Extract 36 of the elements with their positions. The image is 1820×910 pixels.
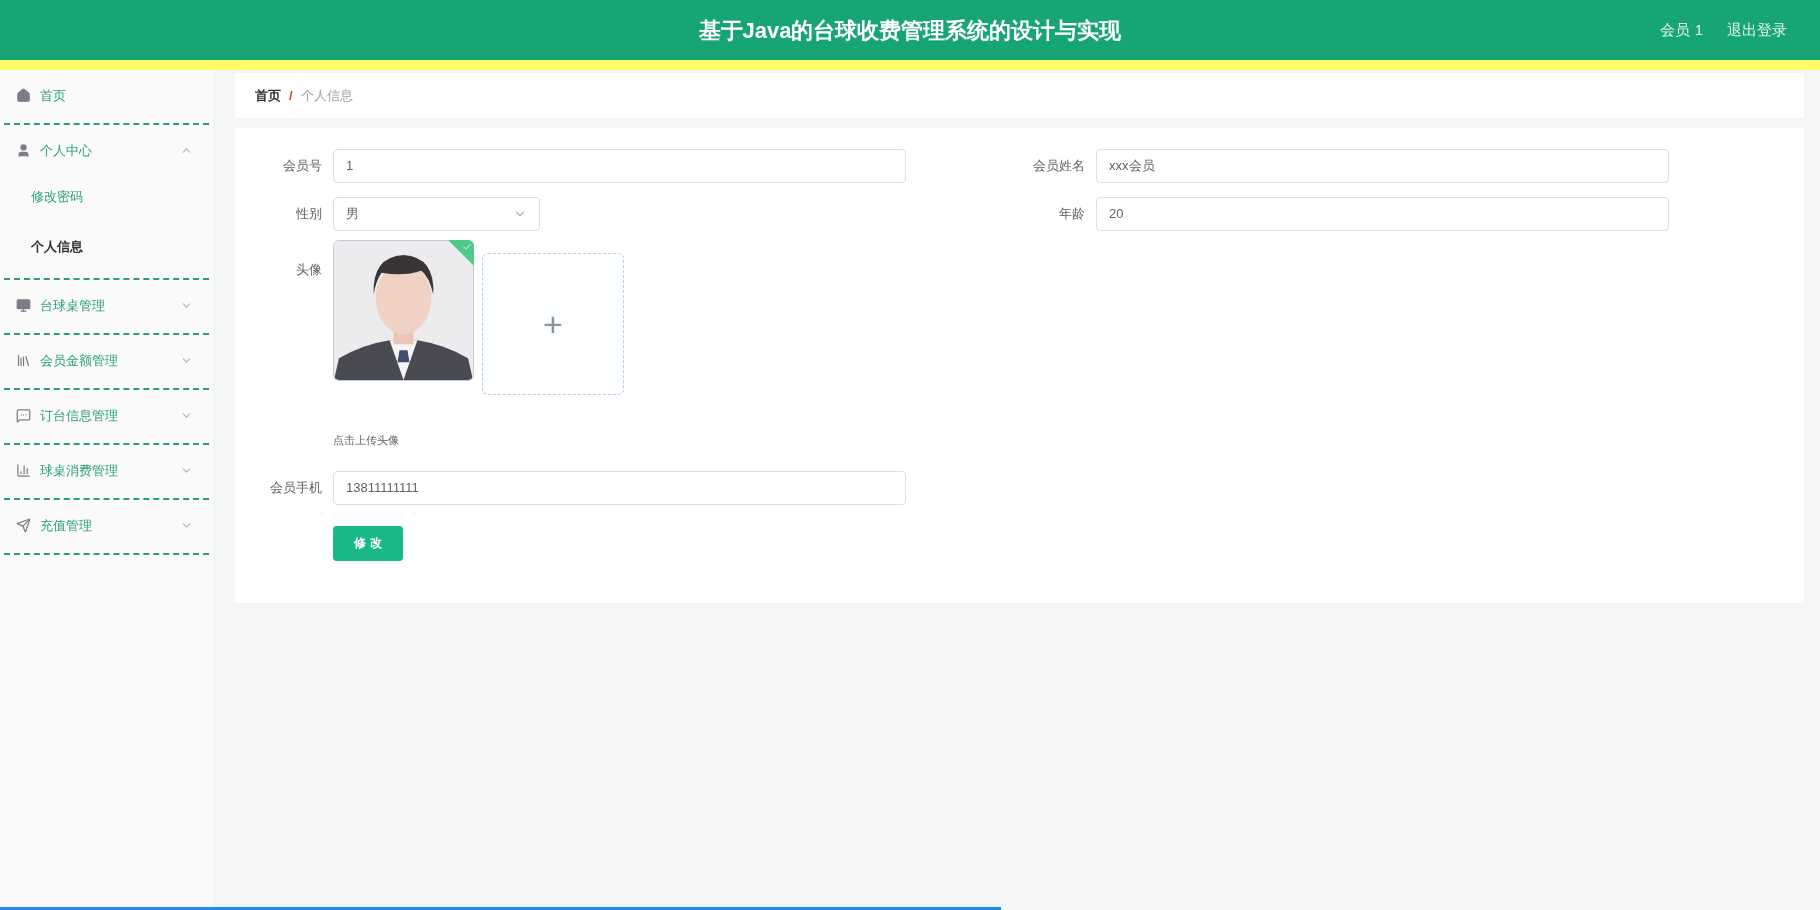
books-icon [16, 353, 31, 368]
input-field[interactable]: 13811111111 [333, 470, 906, 505]
submit-button[interactable]: 修 改 [333, 525, 403, 561]
breadcrumb-home[interactable]: 首页 [255, 85, 281, 106]
field-label: 年龄 [1058, 205, 1086, 224]
select-field[interactable]: 男 [333, 197, 540, 231]
sidebar-item[interactable]: 充值管理 [0, 504, 213, 547]
chat-icon [16, 408, 31, 423]
monitor-icon [16, 298, 31, 313]
breadcrumb-separator: / [289, 86, 293, 105]
send-icon [16, 518, 31, 533]
sidebar-item[interactable]: 个人中心 [0, 129, 213, 172]
sidebar-item[interactable]: 订台信息管理 [0, 394, 213, 437]
input-field[interactable]: 20 [1096, 197, 1669, 231]
sidebar-item[interactable]: 球桌消费管理 [0, 449, 213, 492]
user-name: 会员 1 [1660, 19, 1703, 40]
field-label: 性别 [295, 205, 323, 224]
logout-link[interactable]: 退出登录 [1727, 18, 1787, 42]
input-field[interactable]: 1 [333, 149, 906, 183]
submenu-item[interactable]: 修改密码 [0, 172, 213, 222]
submenu-item[interactable]: 个人信息 [0, 222, 213, 272]
breadcrumb-current: 个人信息 [300, 86, 353, 105]
upload-hint: 点击上传头像 [333, 433, 400, 448]
upload-button[interactable]: + [482, 253, 624, 395]
bar-chart-icon [16, 463, 31, 478]
home-icon [16, 88, 31, 103]
sidebar-item[interactable]: 台球桌管理 [0, 284, 213, 327]
field-label: 会员姓名 [1032, 157, 1086, 176]
field-label: 会员号 [282, 157, 323, 176]
field-label: 头像 [295, 261, 323, 279]
sidebar-item[interactable]: 会员金额管理 [0, 339, 213, 382]
user-icon [16, 143, 31, 158]
app-title: 基于Java的台球收费管理系统的设计与实现 [698, 16, 1122, 45]
field-label: 会员手机 [269, 478, 323, 497]
sidebar-item[interactable]: 首页 [0, 74, 213, 117]
input-field[interactable]: xxx会员 [1096, 149, 1669, 183]
